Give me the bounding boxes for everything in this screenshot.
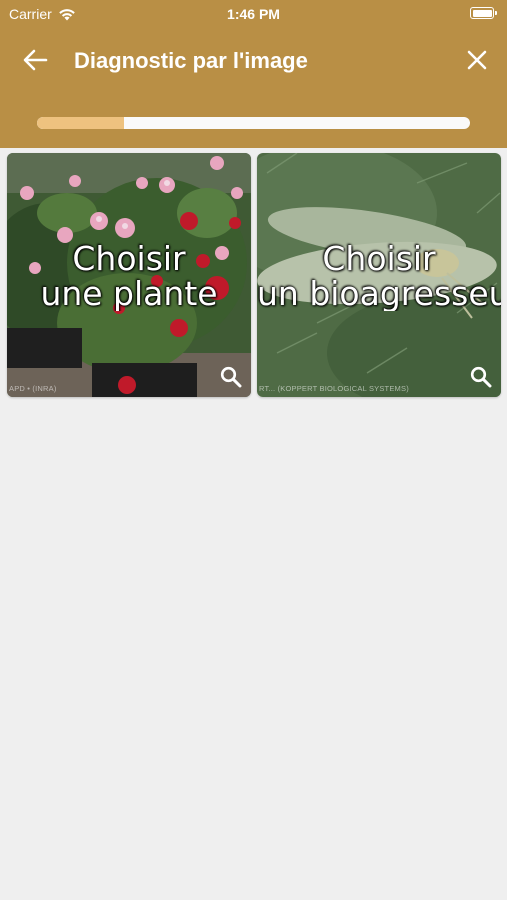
arrow-left-icon[interactable]	[22, 48, 48, 72]
card-label-line2: un bioagresseur	[257, 274, 501, 311]
app-header: Carrier 1:46 PM Diagnostic par l'image	[0, 0, 507, 148]
page-title: Diagnostic par l'image	[74, 48, 308, 73]
card-label-line1: Choisir	[72, 241, 186, 278]
choose-plant-card[interactable]: Choisir une plante APD • (INRA)	[7, 153, 251, 397]
status-bar: Carrier 1:46 PM	[0, 0, 507, 28]
search-icon	[470, 366, 492, 388]
card-label-line1: Choisir	[322, 241, 436, 278]
nav-row: Diagnostic par l'image	[0, 38, 507, 82]
close-icon[interactable]	[465, 48, 489, 72]
card-label: Choisir un bioagresseur	[257, 241, 501, 311]
status-time: 1:46 PM	[227, 6, 280, 22]
progress-fill	[37, 117, 124, 129]
status-right	[470, 7, 497, 19]
card-label: Choisir une plante	[7, 241, 251, 311]
photo-credit: APD • (INRA)	[9, 384, 57, 393]
battery-icon	[470, 7, 497, 19]
choose-pest-card[interactable]: Choisir un bioagresseur RT... (KOPPERT B…	[257, 153, 501, 397]
photo-credit: RT... (KOPPERT BIOLOGICAL SYSTEMS)	[259, 384, 409, 393]
search-icon	[220, 366, 242, 388]
card-label-line2: une plante	[40, 274, 218, 311]
progress-bar	[37, 117, 470, 129]
